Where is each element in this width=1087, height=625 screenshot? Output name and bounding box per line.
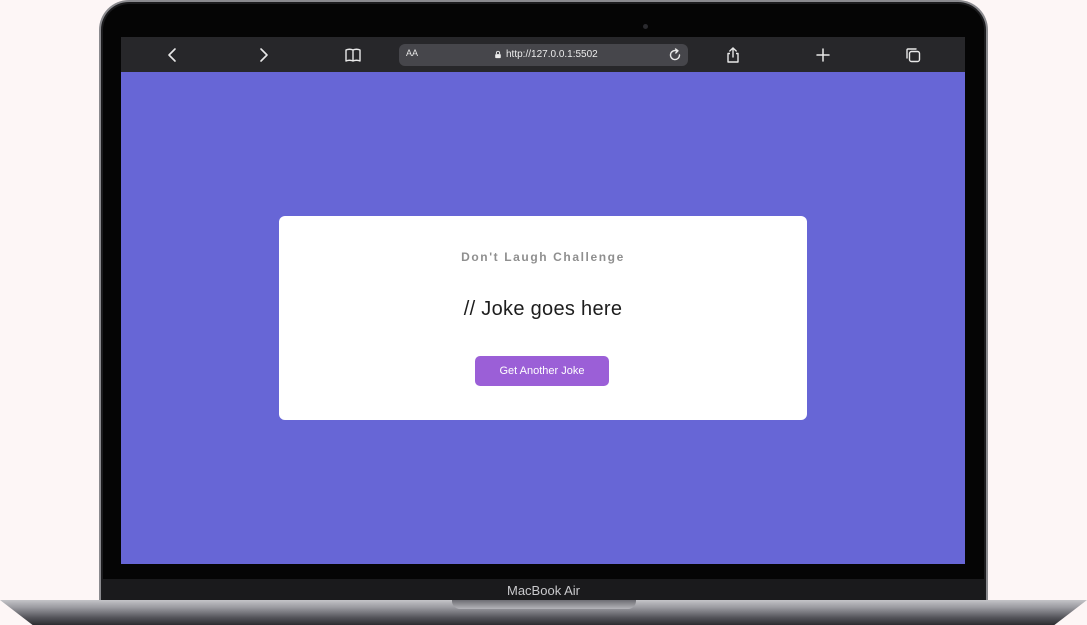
- lock-icon: [495, 50, 501, 59]
- model-label: MacBook Air: [507, 583, 580, 598]
- joke-text: // Joke goes here: [463, 298, 623, 320]
- browser-toolbar: AA http://127.0.0.1:5502: [121, 37, 965, 72]
- laptop-notch: [452, 600, 636, 609]
- url-text: http://127.0.0.1:5502: [506, 49, 598, 60]
- joke-card: Don't Laugh Challenge // Joke goes here …: [279, 216, 807, 420]
- url-display[interactable]: http://127.0.0.1:5502: [494, 49, 598, 60]
- tabs-icon[interactable]: [902, 44, 924, 66]
- back-icon[interactable]: [162, 44, 184, 66]
- get-another-joke-button[interactable]: Get Another Joke: [475, 356, 609, 386]
- text-size-button[interactable]: AA: [406, 48, 418, 58]
- camera-icon: [643, 24, 648, 29]
- bookmarks-icon[interactable]: [342, 44, 364, 66]
- new-tab-icon[interactable]: [812, 44, 834, 66]
- forward-icon[interactable]: [252, 44, 274, 66]
- address-bar[interactable]: AA http://127.0.0.1:5502: [399, 44, 688, 66]
- browser-window: AA http://127.0.0.1:5502 Don't Laugh Cha…: [121, 37, 965, 564]
- reload-icon[interactable]: [667, 47, 683, 63]
- card-title: Don't Laugh Challenge: [461, 250, 625, 264]
- share-icon[interactable]: [722, 44, 744, 66]
